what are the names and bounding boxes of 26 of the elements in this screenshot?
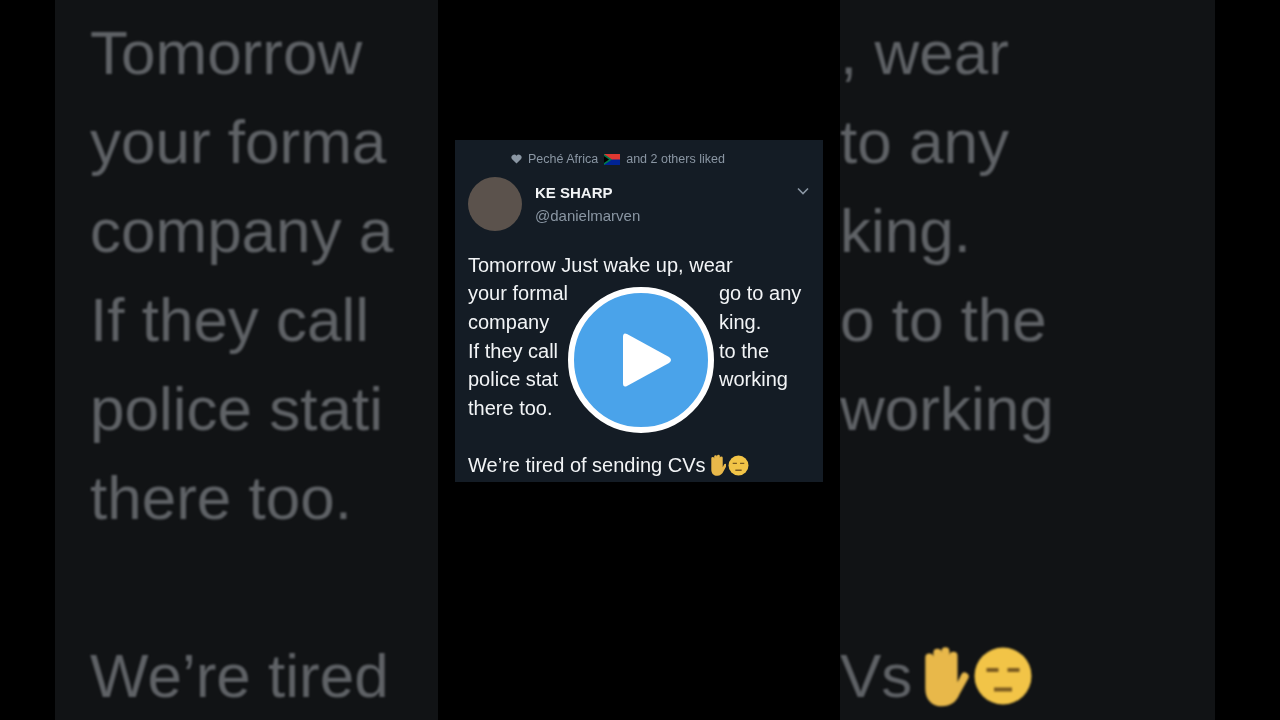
flag-icon bbox=[604, 153, 621, 165]
chevron-down-icon[interactable] bbox=[797, 187, 809, 195]
background-text: Vs bbox=[840, 644, 913, 707]
background-text: Tomorrow bbox=[90, 21, 363, 84]
tweet-text: We’re tired of sending CVs bbox=[468, 453, 706, 477]
background-text: there too. bbox=[90, 466, 352, 529]
tweet-text: company bbox=[468, 311, 550, 334]
unamused-face-icon bbox=[973, 645, 1034, 706]
likes-summary: and 2 others liked bbox=[626, 152, 725, 166]
background-text: o to the bbox=[840, 288, 1047, 351]
tweet-text: your formal bbox=[468, 282, 569, 306]
display-name[interactable]: KE SHARP bbox=[535, 184, 641, 201]
tweet-text: king. bbox=[719, 311, 762, 334]
liker-name: Peché Africa bbox=[528, 152, 599, 166]
tweet-text: to the bbox=[719, 339, 770, 363]
unamused-face-icon bbox=[728, 454, 750, 476]
tweet-text: there too. bbox=[468, 396, 553, 420]
tweet-text: police stat bbox=[468, 368, 559, 392]
tweet-text: If they call bbox=[468, 339, 559, 363]
tweet-text: working bbox=[719, 368, 788, 392]
tweet-text: go to any bbox=[719, 282, 802, 306]
background-text: We’re tired bbox=[90, 644, 389, 707]
background-text: , wear bbox=[840, 21, 1009, 84]
tweet-text: Tomorrow Just wake up, wear bbox=[468, 253, 733, 277]
heart-icon bbox=[511, 154, 522, 164]
user-handle[interactable]: @danielmarven bbox=[535, 207, 641, 224]
